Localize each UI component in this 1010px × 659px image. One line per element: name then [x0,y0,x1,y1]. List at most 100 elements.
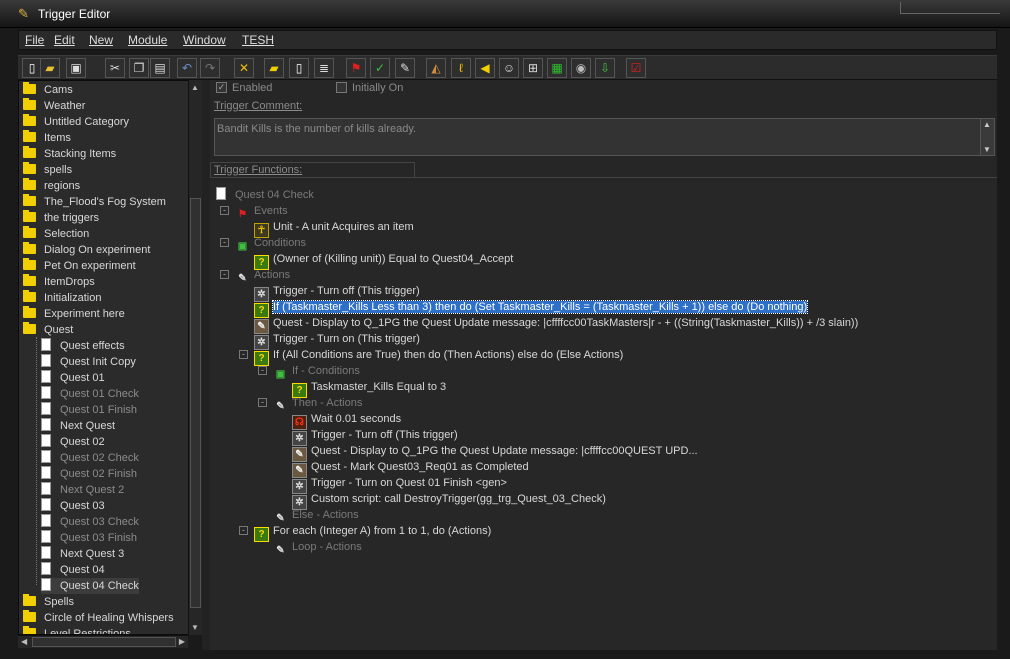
collapse-toggle[interactable]: - [239,350,248,359]
tree-category[interactable]: Spells [23,594,74,610]
trigger-function[interactable]: ✲ Trigger - Turn off (This trigger) [254,283,420,302]
copy-button[interactable]: ❐ [129,58,149,78]
trigger-function[interactable]: ? If (All Conditions are True) then do (T… [254,347,623,366]
trigger-function[interactable]: ✲ Trigger - Turn on (This trigger) [254,331,420,350]
tree-horizontal-scrollbar[interactable]: ◀ ▶ [18,635,188,648]
menu-window[interactable]: Window [183,33,226,47]
tree-category[interactable]: Weather [23,98,85,114]
test-map-button[interactable]: ☑ [626,58,646,78]
menu-module[interactable]: Module [128,33,167,47]
trigger-function[interactable]: ✲ Custom script: call DestroyTrigger(gg_t… [292,491,606,510]
campaign-editor-button[interactable]: ⊞ [523,58,543,78]
collapse-toggle[interactable]: - [258,398,267,407]
tree-category[interactable]: The_Flood's Fog System [23,194,166,210]
delete-button[interactable]: ✕ [234,58,254,78]
tree-trigger[interactable]: Next Quest [41,418,115,434]
trigger-function[interactable]: ✎ Quest - Display to Q_1PG the Quest Upda… [254,315,858,334]
sound-editor-button[interactable]: ◀ [475,58,495,78]
trigger-comment-field[interactable]: Bandit Kills is the number of kills alre… [214,118,995,156]
enabled-checkbox[interactable]: ✓ [216,82,227,93]
save-button[interactable]: ▣ [66,58,86,78]
collapse-toggle[interactable]: - [220,206,229,215]
tree-trigger[interactable]: Quest 03 Check [41,514,139,530]
collapse-toggle[interactable]: - [239,526,248,535]
tree-category[interactable]: spells [23,162,72,178]
scroll-down-arrow-icon[interactable]: ▼ [191,623,199,632]
trigger-function[interactable]: ? Taskmaster_Kills Equal to 3 [292,379,446,398]
scroll-left-arrow-icon[interactable]: ◀ [21,637,27,646]
hscroll-thumb[interactable] [32,637,176,647]
menu-file[interactable]: File [25,33,44,47]
paste-button[interactable]: ▤ [150,58,170,78]
tree-category[interactable]: Cams [23,82,73,98]
trigger-function[interactable]: ☥ Unit - A unit Acquires an item [254,219,414,238]
menu-new[interactable]: New [89,33,113,47]
function-category[interactable]: ▣ Conditions [235,235,306,252]
function-category[interactable]: ✎ Then - Actions [273,395,362,412]
trigger-function[interactable]: ✲ Trigger - Turn off (This trigger) [292,427,458,446]
object-manager-button[interactable]: ◉ [571,58,591,78]
function-category[interactable]: ▣ If - Conditions [273,363,360,380]
window-controls[interactable] [900,2,1000,14]
trigger-function[interactable]: ✎ Quest - Display to Q_1PG the Quest Upda… [292,443,698,462]
trigger-function[interactable]: ☊ Wait 0.01 seconds [292,411,401,430]
tree-category[interactable]: Level Restrictions [23,626,131,634]
menu-edit[interactable]: Edit [54,33,75,47]
tree-trigger[interactable]: Next Quest 2 [41,482,124,498]
comment-scroll-down-icon[interactable]: ▼ [983,145,991,154]
tree-trigger[interactable]: Quest 04 Check [41,578,139,594]
trigger-function[interactable]: ? If (Taskmaster_Kills Less than 3) then … [254,299,809,318]
tree-trigger[interactable]: Quest 03 [41,498,105,514]
tree-trigger[interactable]: Quest 02 [41,434,105,450]
scroll-up-arrow-icon[interactable]: ▲ [191,83,199,92]
trigger-function[interactable]: ? For each (Integer A) from 1 to 1, do (A… [254,523,491,542]
tree-vertical-scrollbar[interactable]: ▲ ▼ [188,80,202,635]
undo-button[interactable]: ↶ [177,58,197,78]
tree-category[interactable]: Initialization [23,290,101,306]
object-editor-button[interactable]: ☺ [499,58,519,78]
collapse-toggle[interactable]: - [220,270,229,279]
function-category[interactable]: ✎ Loop - Actions [273,539,361,556]
comment-scrollbar[interactable]: ▲ ▼ [980,119,994,155]
tree-trigger[interactable]: Quest 03 Finish [41,530,137,546]
trigger-function[interactable]: ✎ Quest - Mark Quest03_Req01 as Completed [292,459,529,478]
function-category[interactable]: ✎ Else - Actions [273,507,358,524]
import-manager-button[interactable]: ⇩ [595,58,615,78]
cut-button[interactable]: ✂ [105,58,125,78]
tree-trigger[interactable]: Quest 02 Check [41,450,139,466]
tree-category[interactable]: Items [23,130,71,146]
new-event-button[interactable]: ⚑ [346,58,366,78]
tree-category[interactable]: Selection [23,226,89,242]
tree-category[interactable]: ItemDrops [23,274,95,290]
collapse-toggle[interactable]: - [220,238,229,247]
tree-category[interactable]: Untitled Category [23,114,129,130]
tree-trigger[interactable]: Quest effects [41,338,125,354]
new-category-button[interactable]: ▰ [264,58,284,78]
tree-trigger[interactable]: Quest 04 [41,562,105,578]
function-category[interactable]: ✎ Actions [235,267,290,284]
new-action-button[interactable]: ✎ [395,58,415,78]
tree-trigger[interactable]: Quest 01 Check [41,386,139,402]
scroll-thumb[interactable] [190,198,201,608]
tree-trigger[interactable]: Quest 02 Finish [41,466,137,482]
tree-category[interactable]: Stacking Items [23,146,116,162]
initially-on-checkbox[interactable] [336,82,347,93]
collapse-toggle[interactable]: - [258,366,267,375]
new-comment-button[interactable]: ≣ [314,58,334,78]
tree-category[interactable]: Circle of Healing Whispers [23,610,174,626]
pane-splitter[interactable] [202,80,210,650]
ai-editor-button[interactable]: ▦ [547,58,567,78]
new-trigger-button[interactable]: ▯ [289,58,309,78]
tree-trigger[interactable]: Quest 01 Finish [41,402,137,418]
tree-trigger[interactable]: Quest Init Copy [41,354,136,370]
comment-scroll-up-icon[interactable]: ▲ [983,120,991,129]
redo-button[interactable]: ↷ [200,58,220,78]
tree-category[interactable]: Quest [23,322,73,338]
scroll-right-arrow-icon[interactable]: ▶ [179,637,185,646]
tree-category[interactable]: regions [23,178,80,194]
menu-tesh[interactable]: TESH [242,33,274,47]
terrain-editor-button[interactable]: ◭ [426,58,446,78]
tree-category[interactable]: Pet On experiment [23,258,136,274]
new-button[interactable]: ▯ [22,58,42,78]
trigger-function[interactable]: ✲ Trigger - Turn on Quest 01 Finish <gen> [292,475,507,494]
